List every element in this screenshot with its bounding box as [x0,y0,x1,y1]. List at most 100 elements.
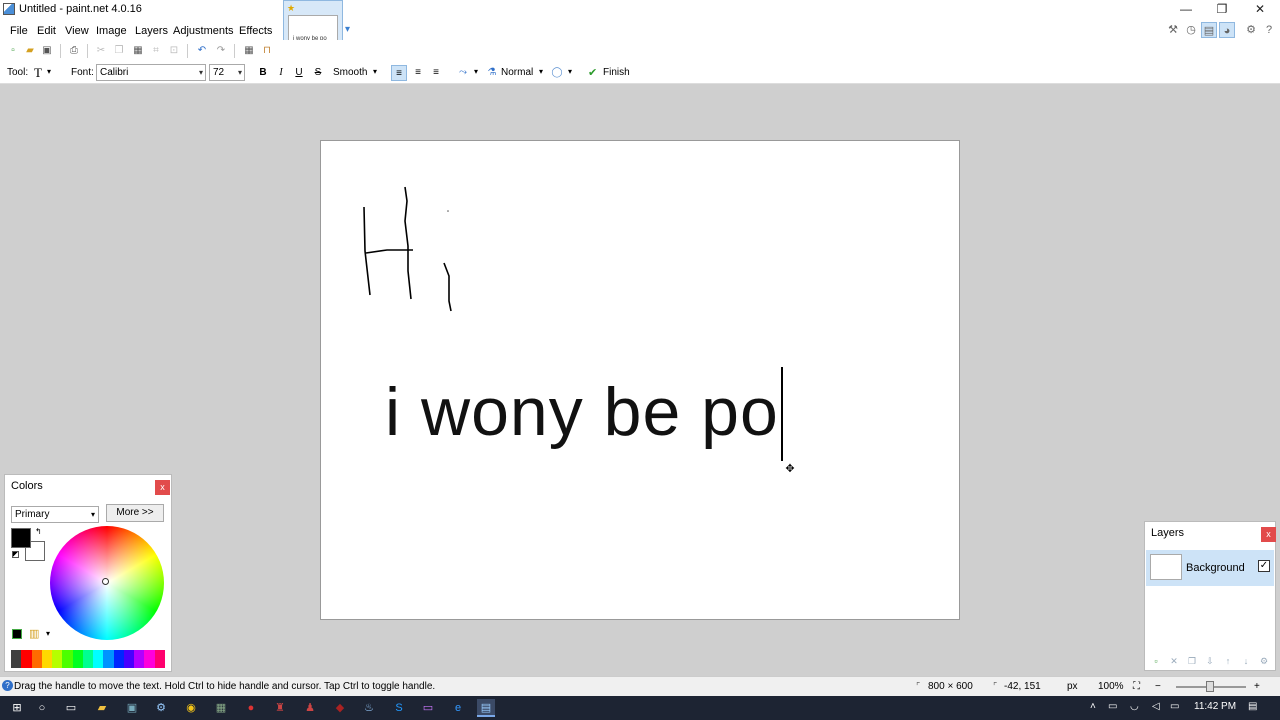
app-icon[interactable]: ▦ [212,699,230,717]
menu-layers[interactable]: Layers [135,25,168,37]
image-canvas[interactable]: i wony be po ✥ [320,140,960,620]
canvas-text-content[interactable]: i wony be po [385,373,779,451]
palette-swatch[interactable] [72,650,83,668]
tool-dropdown-icon[interactable]: ▾ [47,67,51,76]
layers-window-icon[interactable]: ▤ [1201,22,1217,38]
notifications-icon[interactable]: ▤ [1248,701,1257,712]
copy-icon[interactable]: ❐ [111,43,127,59]
palette-swatch[interactable] [52,650,63,668]
app-icon[interactable]: ▣ [123,699,141,717]
palette-swatch[interactable] [103,650,114,668]
delete-layer-icon[interactable]: ✕ [1167,656,1181,668]
palette-swatch[interactable] [113,650,124,668]
font-size-select[interactable]: 72 ▾ [209,64,245,81]
underline-button[interactable]: U [291,65,307,81]
open-icon[interactable]: ▰ [22,43,38,59]
palette-menu-icon[interactable]: ▥ [29,627,39,640]
zoom-out-icon[interactable]: − [1155,681,1161,692]
blend-mode-select[interactable]: Normal [501,67,533,78]
cut-icon[interactable]: ✂ [93,43,109,59]
more-colors-button[interactable]: More >> [106,504,164,522]
app-icon[interactable]: ♟ [301,699,319,717]
print-icon[interactable]: ⎙ [66,43,82,59]
chevron-down-icon[interactable]: ▾ [373,67,377,76]
steam-icon[interactable]: ♨ [360,699,378,717]
menu-image[interactable]: Image [96,25,127,37]
menu-edit[interactable]: Edit [37,25,56,37]
palette-swatch[interactable] [144,650,155,668]
chrome-icon[interactable]: ◉ [182,699,200,717]
file-explorer-icon[interactable]: ▰ [93,699,111,717]
edge-icon[interactable]: e [449,699,467,717]
move-layer-up-icon[interactable]: ↑ [1221,656,1235,668]
paste-icon[interactable]: ▦ [130,43,146,59]
italic-button[interactable]: I [273,65,289,81]
move-handle-icon[interactable]: ✥ [784,463,796,475]
align-left-button[interactable]: ≡ [391,65,407,81]
volume-icon[interactable]: ◁ [1152,701,1160,712]
swap-colors-icon[interactable]: ↰ [35,527,42,536]
antialias-icon[interactable]: ⤳ [455,65,471,81]
menu-adjustments[interactable]: Adjustments [173,25,234,37]
menu-file[interactable]: File [10,25,28,37]
merge-layer-icon[interactable]: ⇩ [1203,656,1217,668]
zoom-in-icon[interactable]: + [1254,681,1260,692]
battery-icon[interactable]: ▭ [1108,701,1117,712]
zoom-to-window-icon[interactable]: ⛶ [1133,681,1140,692]
new-icon[interactable]: ▫ [5,43,21,59]
color-palette[interactable] [11,650,165,668]
reset-colors-icon[interactable] [12,551,19,558]
keyboard-icon[interactable]: ▭ [1170,701,1179,712]
move-layer-down-icon[interactable]: ↓ [1239,656,1253,668]
help-icon[interactable]: ? [1261,22,1277,38]
align-right-button[interactable]: ≡ [428,65,444,81]
menu-view[interactable]: View [65,25,89,37]
history-icon[interactable]: ◷ [1183,22,1199,38]
windows-start-icon[interactable]: ⊞ [8,699,26,717]
tab-list-arrow-icon[interactable]: ▾ [345,24,350,35]
chevron-down-icon[interactable]: ▾ [474,67,478,76]
app-icon[interactable]: ▭ [419,699,437,717]
add-to-palette-icon[interactable] [12,629,22,639]
primary-color-swatch[interactable] [11,528,31,548]
ruler-icon[interactable]: ⊓ [259,43,275,59]
menu-effects[interactable]: Effects [239,25,272,37]
palette-swatch[interactable] [21,650,32,668]
chevron-down-icon[interactable]: ▾ [568,67,572,76]
duplicate-layer-icon[interactable]: ❐ [1185,656,1199,668]
bold-button[interactable]: B [255,65,271,81]
settings-gear-icon[interactable]: ⚙ [1243,22,1259,38]
colors-window-icon[interactable]: ◕ [1219,22,1235,38]
layers-close-button[interactable]: x [1261,527,1276,542]
undo-icon[interactable]: ↶ [194,43,210,59]
palette-swatch[interactable] [82,650,94,668]
text-tool-icon[interactable]: T [30,65,46,81]
zoom-slider-thumb[interactable] [1206,681,1214,692]
color-wheel-selector[interactable] [102,578,109,585]
app-icon[interactable]: ⚙ [152,699,170,717]
redo-icon[interactable]: ↷ [213,43,229,59]
app-icon[interactable]: ● [242,699,260,717]
clock[interactable]: 11:42 PM [1194,701,1236,712]
tools-icon[interactable]: ⚒ [1165,22,1181,38]
antialiasing-select[interactable]: Smooth [333,67,367,78]
deselect-icon[interactable]: ⊡ [166,43,182,59]
finish-button[interactable]: Finish [603,67,630,78]
restore-button[interactable]: ❐ [1204,0,1240,20]
palette-swatch[interactable] [134,650,145,668]
font-family-select[interactable]: Calibri ▾ [96,64,206,81]
save-icon[interactable]: ▣ [39,43,55,59]
crop-icon[interactable]: ⌗ [148,43,164,59]
selection-mode-icon[interactable]: ◯ [549,65,565,81]
layer-row[interactable]: Background ✓ [1146,550,1274,586]
search-icon[interactable]: ○ [33,699,51,717]
network-icon[interactable]: ◡ [1130,701,1139,712]
color-mode-select[interactable]: Primary ▾ [11,506,99,523]
chevron-down-icon[interactable]: ▾ [46,629,50,638]
task-view-icon[interactable]: ▭ [62,699,80,717]
app-icon[interactable]: ♜ [271,699,289,717]
close-button[interactable]: ✕ [1242,0,1278,20]
strikethrough-button[interactable]: S [310,65,326,81]
units-select[interactable]: px [1067,681,1078,692]
tray-expand-icon[interactable]: ˄ [1090,701,1096,712]
